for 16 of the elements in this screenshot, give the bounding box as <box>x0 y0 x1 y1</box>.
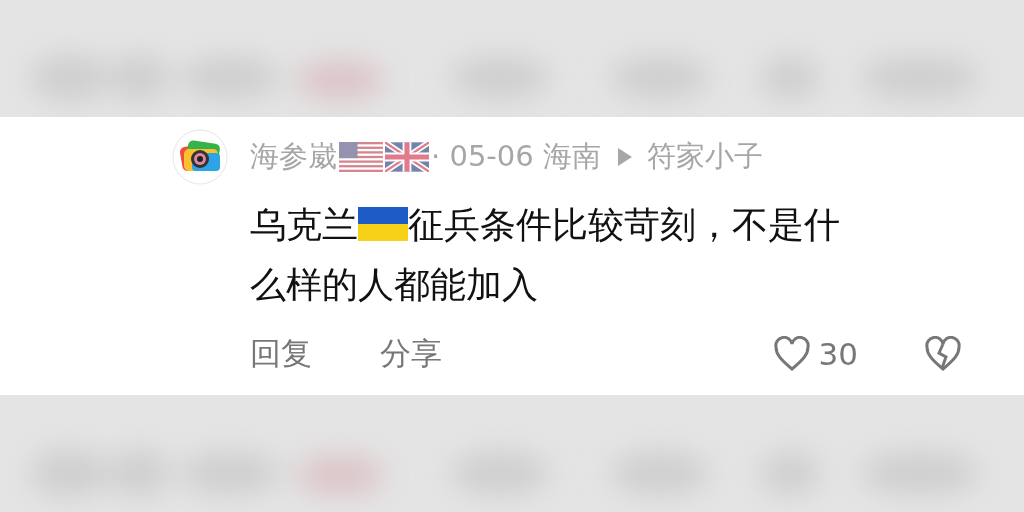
comment-text: 么样的人都能加入 <box>250 264 538 305</box>
action-link[interactable]: 回复 <box>250 333 312 375</box>
comment-text: 乌克兰 <box>250 204 358 245</box>
author-name[interactable]: 海参崴 <box>250 137 337 177</box>
heart-icon[interactable] <box>772 336 811 372</box>
flag-icon <box>358 207 408 241</box>
action-link[interactable]: 分享 <box>380 333 442 375</box>
play-triangle-icon <box>616 147 633 167</box>
broken-heart-icon[interactable] <box>924 336 962 372</box>
camera-avatar-icon[interactable] <box>172 129 228 185</box>
flag-icon <box>339 142 383 172</box>
comment-text: 征兵条件比较苛刻，不是什 <box>408 204 840 245</box>
reply-to-name[interactable]: 符家小子 <box>646 137 763 177</box>
flag-icon <box>385 142 429 172</box>
comment-meta: · 05-06 海南 <box>431 138 601 175</box>
like-count: 30 <box>818 336 858 372</box>
